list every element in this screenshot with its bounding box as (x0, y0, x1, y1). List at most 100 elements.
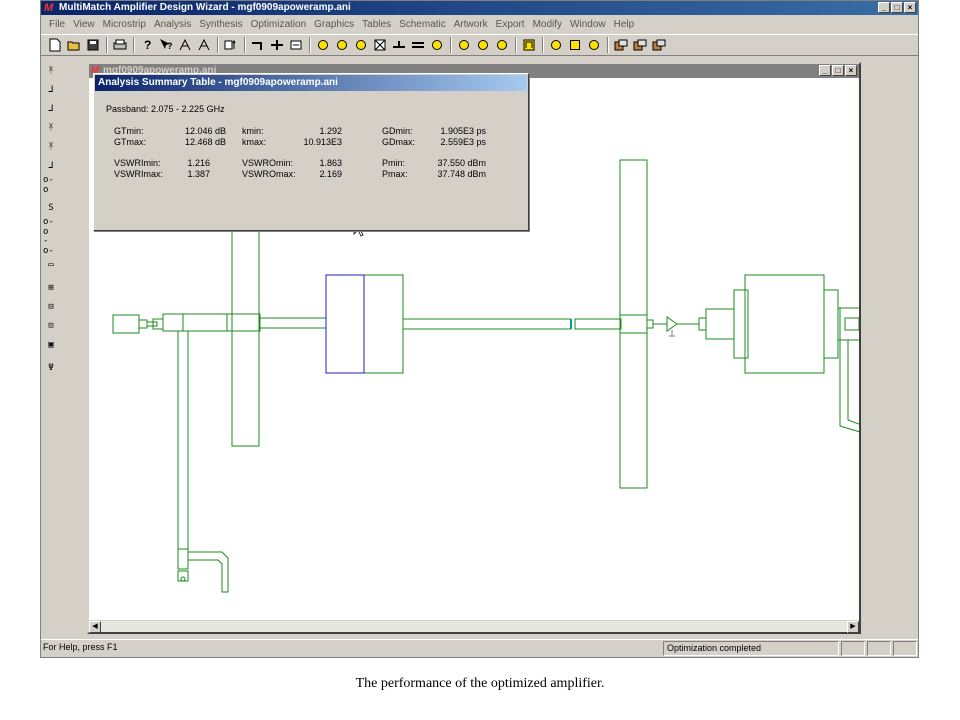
menu-modify[interactable]: Modify (529, 19, 566, 30)
output-block (744, 274, 825, 374)
minimize-button[interactable]: _ (878, 2, 890, 13)
menu-schematic[interactable]: Schematic (395, 19, 450, 30)
selected-component[interactable] (325, 274, 365, 374)
toolbar-separator (607, 37, 609, 53)
vswromax-value: 2.169 (319, 169, 342, 179)
palette-series-stub-icon[interactable]: ᛡ (43, 63, 59, 79)
print-icon[interactable] (112, 37, 128, 53)
insert-icon[interactable] (223, 37, 239, 53)
yellow-circle-icon[interactable] (494, 37, 510, 53)
tall-stub-right (619, 159, 648, 489)
menu-file[interactable]: File (45, 19, 69, 30)
dialog-title[interactable]: Analysis Summary Table - mgf0909apoweram… (95, 75, 527, 91)
palette-stub-icon[interactable]: ⅃ (43, 158, 59, 174)
child-maximize-button[interactable]: □ (832, 65, 844, 76)
new-file-icon[interactable] (47, 37, 63, 53)
box-x-icon[interactable] (372, 37, 388, 53)
palette-antenna-icon[interactable]: Ψ (43, 360, 59, 376)
passband-label: Passband: 2.075 - 2.225 GHz (106, 104, 225, 114)
yellow-circle-icon[interactable] (475, 37, 491, 53)
menu-export[interactable]: Export (492, 19, 529, 30)
tee-icon[interactable] (391, 37, 407, 53)
save-icon[interactable] (85, 37, 101, 53)
status-pane (893, 641, 917, 656)
transistor-body (363, 274, 404, 374)
menu-microstrip[interactable]: Microstrip (99, 19, 150, 30)
toolbar-separator (217, 37, 219, 53)
yellow-circle-icon[interactable] (315, 37, 331, 53)
palette-coupler-icon[interactable]: o-o (43, 217, 59, 237)
gdmin-label: GDmin: (382, 126, 413, 136)
yellow-circle-icon[interactable] (353, 37, 369, 53)
component-palette: ᛡ ⅃ ⅃ ᛡ ᛡ ⅃ o-o S o-o -o- ▭ ⊞ ⊟ ⊡ ▣ Ψ (41, 59, 61, 639)
help-icon[interactable]: ? (139, 37, 155, 53)
palette-remove-icon[interactable]: ⊟ (43, 299, 59, 315)
menu-graphics[interactable]: Graphics (310, 19, 358, 30)
yellow-circle-icon[interactable] (456, 37, 472, 53)
palette-stub-pair-icon[interactable]: ᛡ (43, 120, 59, 136)
smith-chart-icon[interactable] (429, 37, 445, 53)
child-close-button[interactable]: × (845, 65, 857, 76)
palette-device-icon[interactable]: ▣ (43, 337, 59, 353)
kmin-value: 1.292 (319, 126, 342, 136)
palette-resistor-icon[interactable]: ▭ (43, 257, 59, 273)
bend-icon[interactable] (250, 37, 266, 53)
tool-a-icon[interactable] (177, 37, 193, 53)
scroll-right-button[interactable]: ▶ (847, 621, 859, 633)
palette-capacitor-icon[interactable]: -o- (43, 236, 59, 256)
context-help-icon[interactable]: ? (158, 37, 174, 53)
toolbar-separator (515, 37, 517, 53)
figure-caption: The performance of the optimized amplifi… (355, 676, 605, 691)
tool-b-icon[interactable] (196, 37, 212, 53)
component-icon[interactable] (288, 37, 304, 53)
yellow-circle-icon[interactable] (586, 37, 602, 53)
menu-artwork[interactable]: Artwork (450, 19, 492, 30)
menu-analysis[interactable]: Analysis (150, 19, 195, 30)
yellow-circle-icon[interactable] (334, 37, 350, 53)
palette-tee-icon[interactable]: ᛡ (43, 139, 59, 155)
status-pane (867, 641, 891, 656)
yellow-square-icon[interactable] (567, 37, 583, 53)
yellow-circle-icon[interactable] (548, 37, 564, 53)
pmax-label: Pmax: (382, 169, 408, 179)
toolbar-separator (106, 37, 108, 53)
palette-add-icon[interactable]: ⊞ (43, 280, 59, 296)
palette-shunt-stub-icon[interactable]: ⅃ (43, 101, 59, 117)
menu-tables[interactable]: Tables (358, 19, 395, 30)
palette-line-icon[interactable]: o-o (43, 175, 59, 195)
menu-window[interactable]: Window (566, 19, 610, 30)
gdmax-label: GDmax: (382, 137, 416, 147)
palette-shunt-stub-icon[interactable]: ⅃ (43, 82, 59, 98)
menu-synthesis[interactable]: Synthesis (195, 19, 246, 30)
title-bar[interactable]: M MultiMatch Amplifier Design Wizard - m… (41, 1, 918, 15)
vswrimax-value: 1.387 (187, 169, 210, 179)
pulse-icon[interactable] (521, 37, 537, 53)
pmin-value: 37.550 dBm (437, 158, 486, 168)
menu-optimization[interactable]: Optimization (247, 19, 311, 30)
palette-dot-icon[interactable]: ⊡ (43, 318, 59, 334)
amplifier-icon[interactable] (632, 37, 648, 53)
menu-view[interactable]: View (69, 19, 99, 30)
kmax-label: kmax: (242, 137, 267, 147)
scroll-left-button[interactable]: ◀ (89, 621, 101, 633)
tall-stub-left (231, 227, 260, 447)
horizontal-scrollbar[interactable]: ◀ ▶ (89, 620, 859, 633)
menu-help[interactable]: Help (610, 19, 639, 30)
palette-bend-icon[interactable]: S (43, 200, 59, 216)
cross-icon[interactable] (269, 37, 285, 53)
close-button[interactable]: × (904, 2, 916, 13)
gtmax-label: GTmax: (114, 137, 147, 147)
pmax-value: 37.748 dBm (437, 169, 486, 179)
gtmax-value: 12.468 dB (184, 137, 226, 147)
amplifier-icon[interactable] (651, 37, 667, 53)
input-port (112, 314, 140, 334)
maximize-button[interactable]: □ (891, 2, 903, 13)
analysis-summary-dialog: Analysis Summary Table - mgf0909apoweram… (93, 73, 529, 231)
status-bar: For Help, press F1 Optimization complete… (41, 639, 918, 657)
open-folder-icon[interactable] (66, 37, 82, 53)
child-minimize-button[interactable]: _ (819, 65, 831, 76)
pmin-label: Pmin: (382, 158, 406, 168)
amplifier-icon[interactable] (613, 37, 629, 53)
swap-icon[interactable] (410, 37, 426, 53)
toolbar: ? ? (41, 34, 918, 56)
